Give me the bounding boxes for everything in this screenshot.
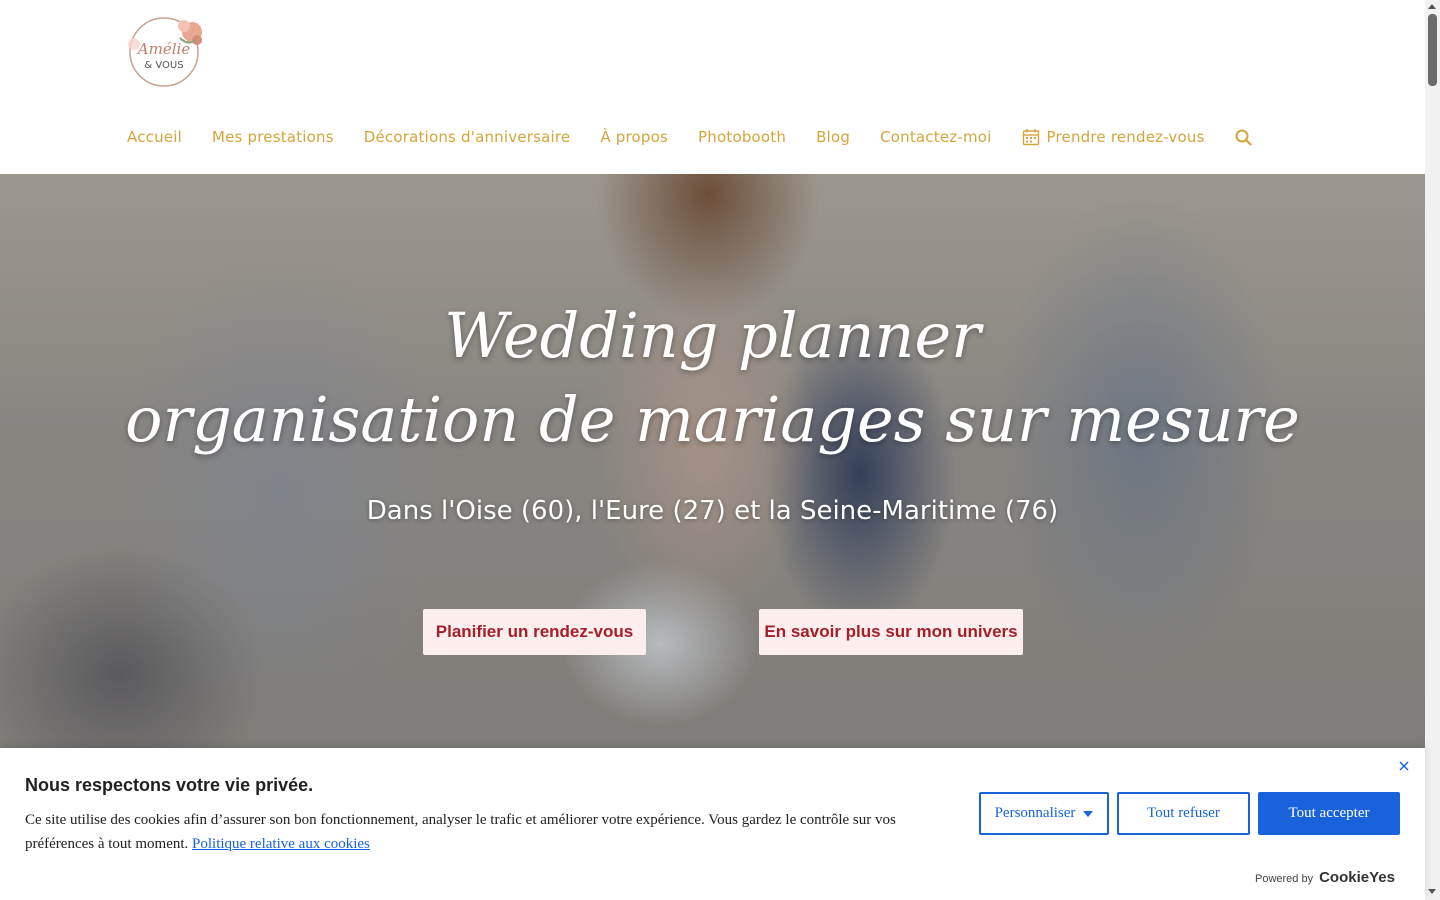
cookie-description: Ce site utilise des cookies afin d’assur… <box>25 812 896 852</box>
plan-appointment-button[interactable]: Planifier un rendez-vous <box>423 609 646 655</box>
reject-all-button[interactable]: Tout refuser <box>1117 792 1250 835</box>
calendar-icon <box>1022 128 1040 146</box>
nav-item-accueil[interactable]: Accueil <box>127 128 182 146</box>
nav-item-rendez-vous[interactable]: Prendre rendez-vous <box>1022 128 1205 146</box>
scroll-up-arrow-icon[interactable] <box>1428 4 1436 9</box>
hero-title: Wedding planner organisation de mariages… <box>0 294 1425 462</box>
hero-subtitle: Dans l'Oise (60), l'Eure (27) et la Sein… <box>366 496 1059 526</box>
hero-title-line-2: organisation de mariages sur mesure <box>125 383 1300 456</box>
nav-item-contact[interactable]: Contactez-moi <box>880 128 991 146</box>
site-header: Amélie & VOUS Accueil Mes prestations Dé… <box>0 0 1425 174</box>
nav-item-blog[interactable]: Blog <box>816 128 850 146</box>
nav-item-a-propos[interactable]: À propos <box>600 128 668 146</box>
powered-by: Powered by CookieYes <box>1255 869 1395 886</box>
svg-text:& VOUS: & VOUS <box>144 60 183 71</box>
caret-down-icon <box>1083 810 1094 817</box>
nav-item-prestations[interactable]: Mes prestations <box>212 128 334 146</box>
nav-item-decorations[interactable]: Décorations d'anniversaire <box>364 128 571 146</box>
page-scrollbar[interactable] <box>1425 0 1440 900</box>
search-icon[interactable] <box>1235 129 1252 146</box>
cookie-consent-banner: Nous respectons votre vie privée. Ce sit… <box>0 748 1425 900</box>
hero-section: Wedding planner organisation de mariages… <box>0 174 1425 748</box>
cookieyes-logo[interactable]: CookieYes <box>1319 869 1395 886</box>
hero-title-line-1: Wedding planner <box>444 299 981 372</box>
cookie-title: Nous respectons votre vie privée. <box>25 775 314 795</box>
main-nav: Accueil Mes prestations Décorations d'an… <box>127 124 1252 150</box>
close-icon[interactable] <box>1396 758 1412 774</box>
nav-item-photobooth[interactable]: Photobooth <box>698 128 786 146</box>
svg-text:Amélie: Amélie <box>136 40 191 58</box>
site-logo[interactable]: Amélie & VOUS <box>124 14 208 88</box>
scroll-down-arrow-icon[interactable] <box>1428 889 1436 894</box>
cookie-policy-link[interactable]: Politique relative aux cookies <box>192 836 370 852</box>
scrollbar-thumb[interactable] <box>1428 14 1437 86</box>
customize-button[interactable]: Personnaliser <box>979 792 1109 835</box>
learn-more-button[interactable]: En savoir plus sur mon univers <box>759 609 1023 655</box>
accept-all-button[interactable]: Tout accepter <box>1258 792 1400 835</box>
